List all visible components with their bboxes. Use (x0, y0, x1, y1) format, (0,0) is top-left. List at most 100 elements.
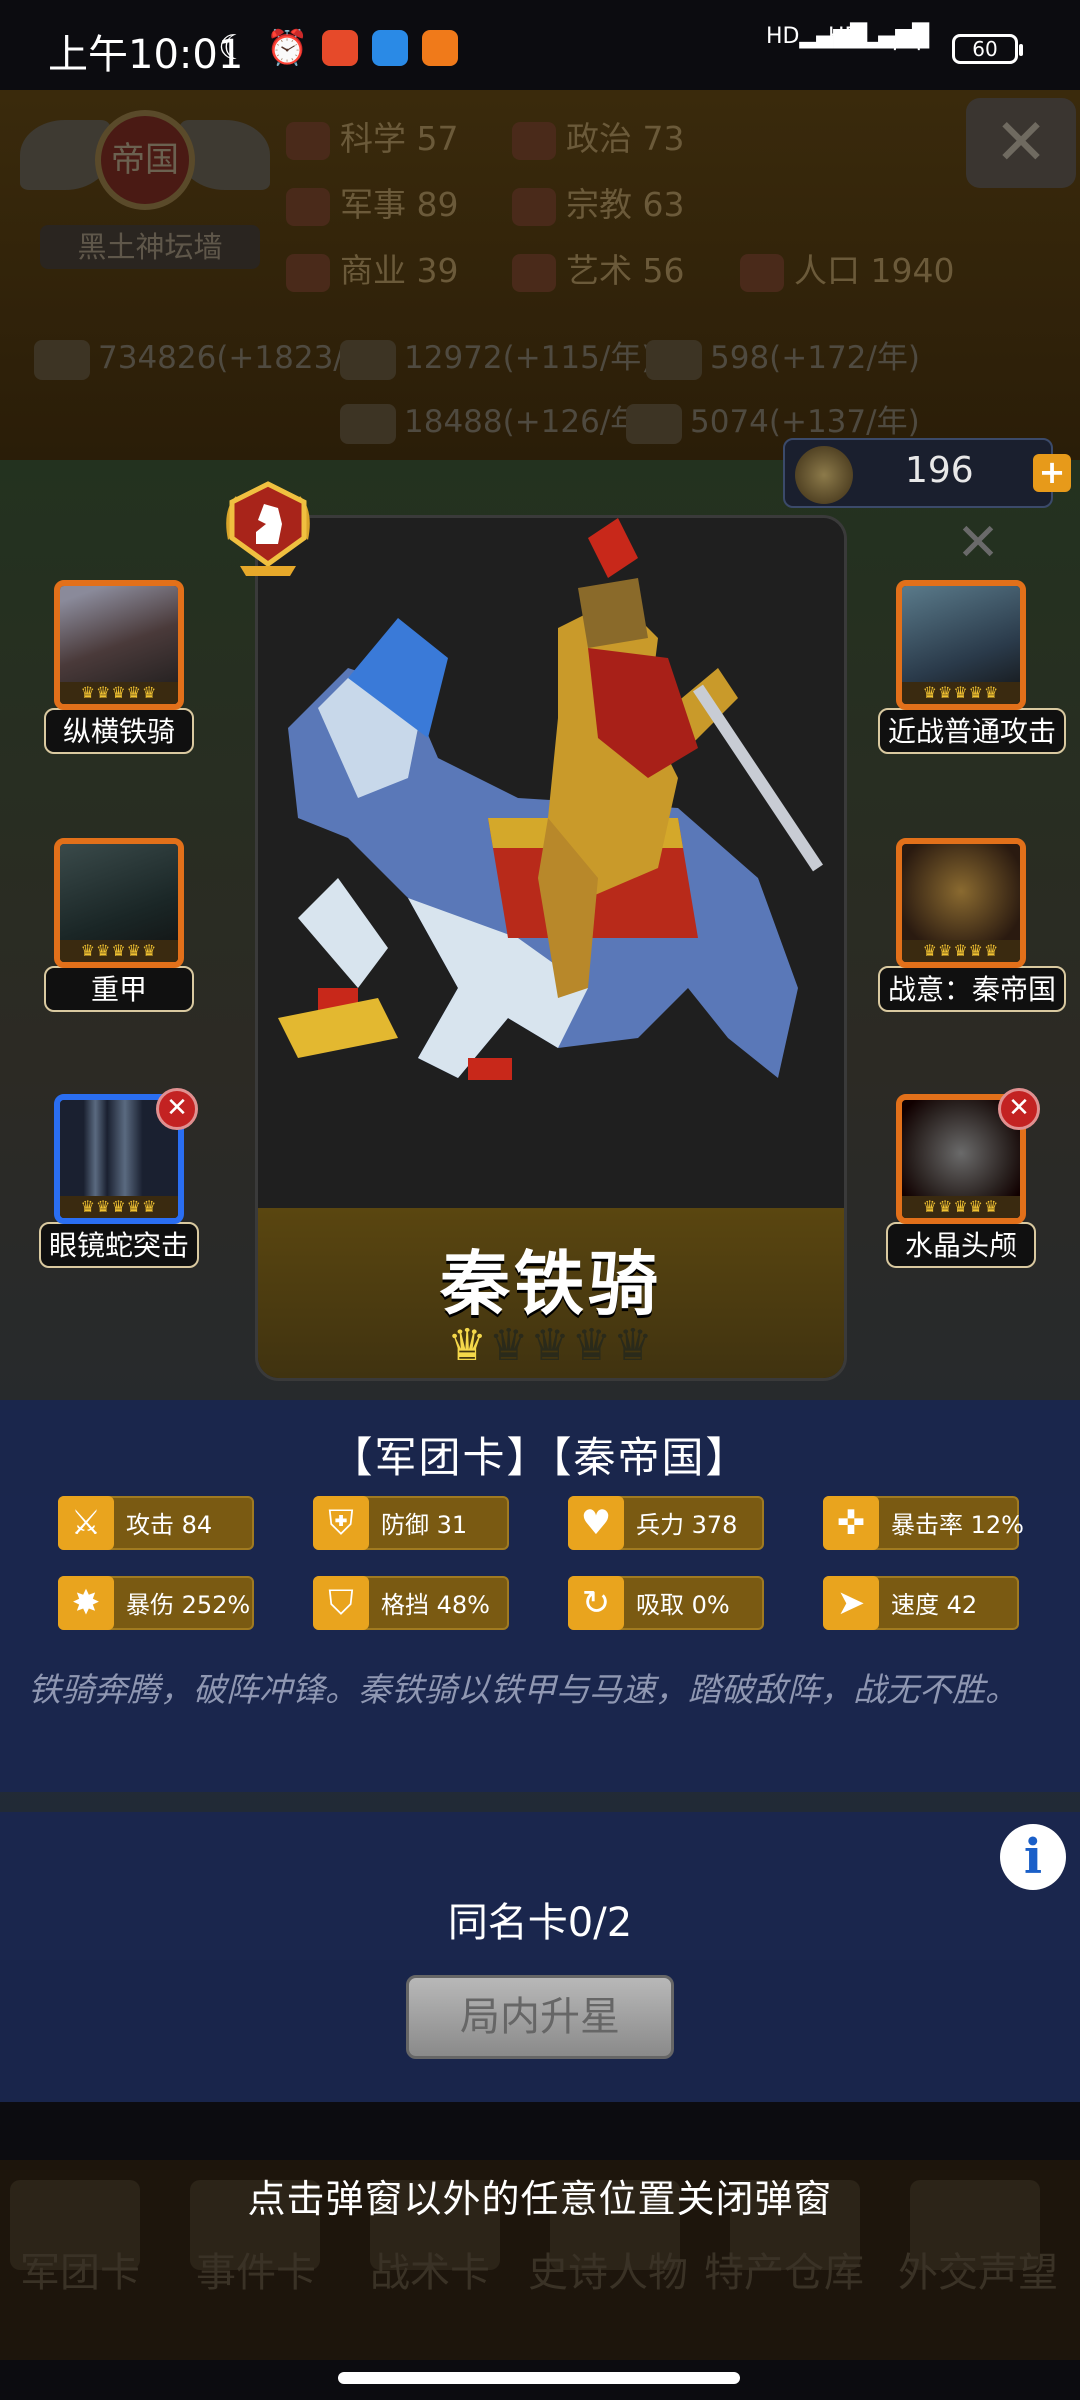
commerce-icon (286, 253, 330, 292)
block-icon: ⛉ (328, 1583, 354, 1623)
resource-stone: 18488(+126/年) (340, 396, 653, 444)
card-thumbnail: ♛♛♛♛♛ (896, 838, 1026, 968)
gold-icon (34, 339, 90, 380)
card-title: 秦铁骑 (440, 1243, 662, 1325)
stat-politics: 政治 73 (512, 112, 685, 160)
tab-tactic-cards: 战术卡 (370, 2250, 490, 2296)
side-card-cobra-strike[interactable]: ♛♛♛♛♛ 眼镜蛇突击 ✕ (36, 1088, 202, 1268)
boot-icon: ➤ (836, 1583, 866, 1623)
currency-value: 196 (905, 450, 974, 491)
currency-badge-icon (795, 446, 853, 504)
crown-empty-icon: ♛ (530, 1320, 572, 1371)
crown-rating: ♛♛♛♛♛ (902, 1196, 1020, 1218)
card-description: 铁骑奔腾，破阵冲锋。秦铁骑以铁甲与马速，踏破敌阵，战无不胜。 (28, 1670, 1018, 1709)
attr-crit-rate: ✜ 暴击率 12% (823, 1496, 1024, 1550)
remove-card-button[interactable]: ✕ (156, 1088, 198, 1130)
iron-icon (646, 339, 702, 380)
crown-empty-icon: ♛ (613, 1320, 655, 1371)
attr-attack: ⚔ 攻击 84 (58, 1496, 254, 1550)
side-card-label: 近战普通攻击 (878, 708, 1067, 754)
currency-counter[interactable]: 196 + (783, 438, 1071, 508)
crown-rating: ♛♛♛♛♛ (60, 682, 178, 704)
tab-event-cards: 事件卡 (196, 2250, 316, 2296)
military-icon (286, 187, 330, 226)
attr-defense: ⛨ 防御 31 (313, 1496, 509, 1550)
side-card-label: 纵横铁骑 (44, 708, 194, 754)
side-card-label: 重甲 (44, 966, 194, 1012)
stat-religion: 宗教 63 (512, 178, 685, 226)
top-close-icon: ✕ (966, 98, 1076, 188)
side-card-melee-attack[interactable]: ♛♛♛♛♛ 近战普通攻击 (878, 580, 1067, 754)
sword-icon: ⚔ (70, 1503, 102, 1543)
empire-name: 黑土神坛墙 (40, 225, 260, 269)
crown-rating: ♛♛♛♛♛ (902, 682, 1020, 704)
tab-legion-cards: 军团卡 (20, 2250, 140, 2296)
attr-troops: ♥ 兵力 378 (568, 1496, 764, 1550)
qin-cavalry-artwork (258, 518, 844, 1208)
empire-emblem: 帝国 黑土神坛墙 (20, 100, 270, 280)
attr-block: ⛉ 格挡 48% (313, 1576, 509, 1630)
stat-population: 人口 1940 (740, 244, 954, 292)
card-thumbnail: ♛♛♛♛♛ (896, 580, 1026, 710)
tab-epic-figures: 史诗人物 (528, 2250, 688, 2296)
stat-military: 军事 89 (286, 178, 459, 226)
tab-diplomacy: 外交声望 (898, 2250, 1058, 2296)
side-card-war-spirit-qin[interactable]: ♛♛♛♛♛ 战意：秦帝国 (878, 838, 1067, 1012)
stone-icon (340, 403, 396, 444)
resource-gold: 734826(+1823/年) (34, 332, 387, 380)
politics-icon (512, 121, 556, 160)
side-card-heavy-armor[interactable]: ♛♛♛♛♛ 重甲 (36, 838, 202, 1012)
legion-card-detail: 秦铁骑 ♛♛♛♛♛ (255, 515, 847, 1381)
remove-card-button[interactable]: ✕ (998, 1088, 1040, 1130)
crown-rating: ♛♛♛♛♛ (902, 940, 1020, 962)
info-button[interactable]: i (1000, 1824, 1066, 1890)
duplicate-card-count: 同名卡0/2 (447, 1900, 633, 1946)
art-icon (512, 253, 556, 292)
card-tags: 【军团卡】【秦帝国】 (330, 1433, 750, 1482)
stat-science: 科学 57 (286, 112, 459, 160)
tab-specialty-warehouse: 特产仓库 (704, 2250, 864, 2296)
crown-empty-icon: ♛ (571, 1320, 614, 1371)
heart-icon: ♥ (580, 1503, 612, 1543)
shield-icon: ⛨ (328, 1503, 354, 1543)
side-card-label: 水晶头颅 (886, 1222, 1036, 1268)
crown-rating: ♛♛♛♛♛ (60, 940, 178, 962)
wifi-icon: ◠ (892, 28, 922, 68)
religion-icon (512, 187, 556, 226)
side-card-crystal-skull[interactable]: ♛♛♛♛♛ 水晶头颅 ✕ (878, 1088, 1044, 1268)
stat-art: 艺术 56 (512, 244, 685, 292)
drain-icon: ↻ (581, 1583, 611, 1623)
upgrade-star-button[interactable]: 局内升星 (406, 1975, 674, 2059)
mi-app-icon (422, 30, 458, 66)
knight-rank-medal-icon (226, 481, 310, 576)
messenger-app-icon (372, 30, 408, 66)
science-icon (286, 121, 330, 160)
crown-filled-icon: ♛ (447, 1320, 489, 1371)
card-close-icon: ✕ (956, 513, 1000, 573)
crown-empty-icon: ♛ (488, 1320, 531, 1371)
empire-emblem-text: 帝国 (95, 110, 195, 210)
shopping-app-icon (322, 30, 358, 66)
resource-food: 5074(+137/年) (626, 396, 920, 444)
meat-icon (626, 403, 682, 444)
add-currency-button[interactable]: + (1033, 454, 1071, 492)
attr-speed: ➤ 速度 42 (823, 1576, 1019, 1630)
burst-icon: ✸ (71, 1583, 101, 1623)
battery-indicator: 60 (952, 34, 1023, 64)
home-indicator[interactable] (338, 2372, 740, 2384)
side-card-label: 眼镜蛇突击 (38, 1222, 199, 1268)
star-rating: ♛♛♛♛♛ (258, 1320, 844, 1371)
resource-iron: 598(+172/年) (646, 332, 920, 380)
crosshair-icon: ✜ (836, 1503, 866, 1543)
resource-wood: 12972(+115/年) (340, 332, 653, 380)
wood-icon (340, 339, 396, 380)
moon-icon: ☾ (218, 28, 249, 68)
clock: 上午10:01 (48, 32, 244, 78)
side-card-zongheng-tieqi[interactable]: ♛♛♛♛♛ 纵横铁骑 (36, 580, 202, 754)
attr-crit-damage: ✸ 暴伤 252% (58, 1576, 254, 1630)
population-icon (740, 253, 784, 292)
side-card-label: 战意：秦帝国 (878, 966, 1067, 1012)
attr-drain: ↻ 吸取 0% (568, 1576, 764, 1630)
stat-commerce: 商业 39 (286, 244, 459, 292)
close-hint-text: 点击弹窗以外的任意位置关闭弹窗 (247, 2177, 833, 2221)
